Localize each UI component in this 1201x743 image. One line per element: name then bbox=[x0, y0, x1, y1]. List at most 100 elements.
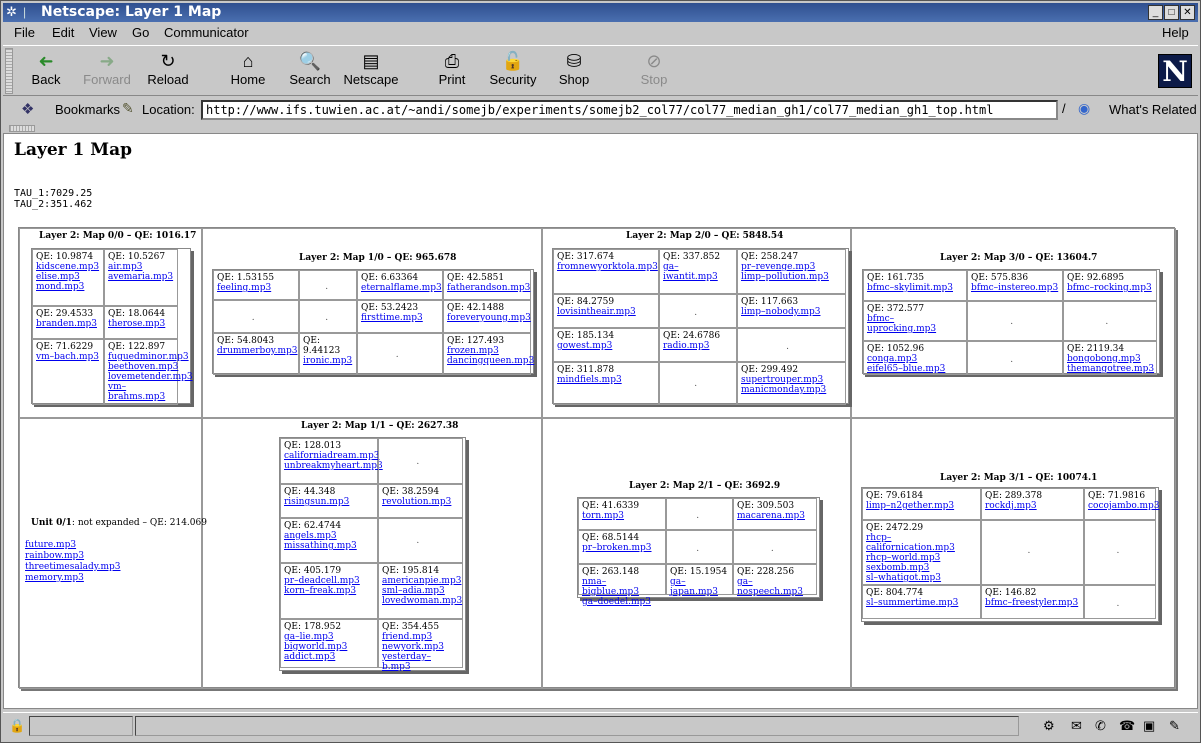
close-button[interactable]: ✕ bbox=[1180, 5, 1195, 20]
song-link[interactable]: kidscene.mp3 bbox=[36, 262, 100, 272]
song-link[interactable]: gowest.mp3 bbox=[557, 341, 655, 351]
song-link[interactable]: elise.mp3 bbox=[36, 272, 100, 282]
song-link[interactable]: themangotree.mp3 bbox=[1067, 364, 1154, 374]
song-link[interactable]: cocojambo.mp3 bbox=[1088, 501, 1160, 511]
song-link[interactable]: fatherandson.mp3 bbox=[447, 283, 530, 293]
song-link[interactable]: bfmc–freestyler.mp3 bbox=[985, 598, 1080, 608]
song-link[interactable]: sexbomb.mp3 bbox=[866, 563, 977, 573]
song-link[interactable]: ga–japan.mp3 bbox=[670, 577, 729, 597]
song-link[interactable]: frozen.mp3 bbox=[447, 346, 527, 356]
security-button[interactable]: 🔓 Security bbox=[482, 50, 544, 94]
song-link[interactable]: sl–summertime.mp3 bbox=[866, 598, 977, 608]
song-link[interactable]: missathing.mp3 bbox=[284, 541, 374, 551]
collapsed-toolbar-tab[interactable] bbox=[9, 125, 35, 132]
maximize-button[interactable]: □ bbox=[1164, 5, 1179, 20]
song-link[interactable]: eifel65–blue.mp3 bbox=[867, 364, 963, 374]
song-link[interactable]: feeling.mp3 bbox=[217, 283, 295, 293]
url-field[interactable]: http://www.ifs.tuwien.ac.at/~andi/somejb… bbox=[201, 100, 1058, 120]
song-link[interactable]: lovemetender.mp3 bbox=[108, 372, 193, 382]
song-link[interactable]: yesterday–b.mp3 bbox=[382, 652, 459, 672]
song-link[interactable]: lovisintheair.mp3 bbox=[557, 307, 655, 317]
menu-file[interactable]: File bbox=[14, 25, 35, 40]
song-link[interactable]: newyork.mp3 bbox=[382, 642, 459, 652]
whats-related-button[interactable]: What's Related bbox=[1109, 102, 1197, 117]
song-link[interactable]: eternalflame.mp3 bbox=[361, 283, 442, 293]
song-link[interactable]: revolution.mp3 bbox=[382, 497, 459, 507]
song-link[interactable]: memory.mp3 bbox=[25, 573, 120, 584]
song-link[interactable]: americanpie.mp3 bbox=[382, 576, 461, 586]
song-link[interactable]: fromnewyorktola.mp3 bbox=[557, 262, 658, 272]
composer-icon[interactable]: ▣ bbox=[1143, 718, 1155, 734]
song-link[interactable]: limp–n2gether.mp3 bbox=[866, 501, 977, 511]
song-link[interactable]: firsttime.mp3 bbox=[361, 313, 439, 323]
reload-button[interactable]: ↻ Reload bbox=[137, 50, 199, 94]
song-link[interactable]: therose.mp3 bbox=[108, 319, 174, 329]
title-bar[interactable]: ✲ | Netscape: Layer 1 Map _ □ ✕ bbox=[3, 3, 1198, 22]
song-link[interactable]: future.mp3 bbox=[25, 540, 120, 551]
menu-view[interactable]: View bbox=[89, 25, 117, 40]
song-link[interactable]: korn–freak.mp3 bbox=[284, 586, 374, 596]
address-book-icon[interactable]: ☎ bbox=[1119, 718, 1135, 734]
toolbar-grip[interactable] bbox=[5, 48, 13, 94]
song-link[interactable]: supertrouper.mp3 bbox=[741, 375, 842, 385]
song-link[interactable]: unbreakmyheart.mp3 bbox=[284, 461, 383, 471]
song-link[interactable]: conga.mp3 bbox=[867, 354, 963, 364]
song-link[interactable]: rhcp–world.mp3 bbox=[866, 553, 977, 563]
song-link[interactable]: ga–doedel.mp3 bbox=[582, 597, 662, 607]
song-link[interactable]: mond.mp3 bbox=[36, 282, 100, 292]
url-dropdown-icon[interactable]: / bbox=[1062, 101, 1066, 116]
home-button[interactable]: ⌂ Home bbox=[217, 50, 279, 94]
song-link[interactable]: radio.mp3 bbox=[663, 341, 733, 351]
song-link[interactable]: torn.mp3 bbox=[582, 511, 662, 521]
song-link[interactable]: californiadream.mp3 bbox=[284, 451, 379, 461]
menu-help[interactable]: Help bbox=[1162, 25, 1189, 40]
menu-go[interactable]: Go bbox=[132, 25, 149, 40]
song-link[interactable]: dancingqueen.mp3 bbox=[447, 356, 534, 366]
song-link[interactable]: manicmonday.mp3 bbox=[741, 385, 842, 395]
song-link[interactable]: threetimesalady.mp3 bbox=[25, 562, 120, 573]
song-link[interactable]: drummerboy.mp3 bbox=[217, 346, 298, 356]
song-link[interactable]: ga–nospeech.mp3 bbox=[737, 577, 813, 597]
forward-button[interactable]: ➜ Forward bbox=[76, 50, 138, 94]
print-button[interactable]: ⎙ Print bbox=[421, 50, 483, 94]
song-link[interactable]: pr–deadcell.mp3 bbox=[284, 576, 374, 586]
song-link[interactable]: limp–pollution.mp3 bbox=[741, 272, 842, 282]
stop-button[interactable]: ⊘ Stop bbox=[623, 50, 685, 94]
song-link[interactable]: limp–nobody.mp3 bbox=[741, 307, 842, 317]
song-link[interactable]: fuguedminor.mp3 bbox=[108, 352, 189, 362]
back-button[interactable]: ➜ Back bbox=[15, 50, 77, 94]
search-button[interactable]: 🔍 Search bbox=[279, 50, 341, 94]
song-link[interactable]: bfmc–uprocking.mp3 bbox=[867, 314, 963, 334]
song-link[interactable]: bfmc–skylimit.mp3 bbox=[867, 283, 963, 293]
song-link[interactable]: nma–bigblue.mp3 bbox=[582, 577, 662, 597]
bookmarks-icon[interactable]: ❖ bbox=[21, 100, 34, 118]
song-link[interactable]: bigworld.mp3 bbox=[284, 642, 374, 652]
song-link[interactable]: vm–brahms.mp3 bbox=[108, 382, 174, 402]
shop-button[interactable]: ⛁ Shop bbox=[543, 50, 605, 94]
bookmarks-button[interactable]: Bookmarks bbox=[55, 102, 120, 117]
song-link[interactable]: sl–whatigot.mp3 bbox=[866, 573, 977, 583]
song-link[interactable]: vm–bach.mp3 bbox=[36, 352, 100, 362]
minimize-button[interactable]: _ bbox=[1148, 5, 1163, 20]
song-link[interactable]: lovedwoman.mp3 bbox=[382, 596, 462, 606]
song-link[interactable]: pr–revenge.mp3 bbox=[741, 262, 842, 272]
song-link[interactable]: sml–adia.mp3 bbox=[382, 586, 459, 596]
song-link[interactable]: rhcp–californication.mp3 bbox=[866, 533, 977, 553]
song-link[interactable]: beethoven.mp3 bbox=[108, 362, 178, 372]
song-link[interactable]: friend.mp3 bbox=[382, 632, 459, 642]
song-link[interactable]: mindfiels.mp3 bbox=[557, 375, 655, 385]
newsgroups-icon[interactable]: ✆ bbox=[1095, 718, 1106, 734]
component-icon[interactable]: ✎ bbox=[1169, 718, 1180, 734]
song-link[interactable]: branden.mp3 bbox=[36, 319, 100, 329]
mail-icon[interactable]: ✉ bbox=[1071, 718, 1082, 734]
song-link[interactable]: rockdj.mp3 bbox=[985, 501, 1080, 511]
security-lock-icon[interactable]: 🔒 bbox=[9, 718, 25, 734]
song-link[interactable]: foreveryoung.mp3 bbox=[447, 313, 531, 323]
netscape-logo-icon[interactable]: N bbox=[1158, 54, 1192, 88]
song-link[interactable]: ironic.mp3 bbox=[303, 356, 353, 366]
netscape-button[interactable]: ▤ Netscape bbox=[340, 50, 402, 94]
window-menu-icon[interactable]: ✲ bbox=[6, 5, 20, 19]
song-link[interactable]: avemaria.mp3 bbox=[108, 272, 174, 282]
song-link[interactable]: pr–broken.mp3 bbox=[582, 543, 662, 553]
song-link[interactable]: angels.mp3 bbox=[284, 531, 374, 541]
